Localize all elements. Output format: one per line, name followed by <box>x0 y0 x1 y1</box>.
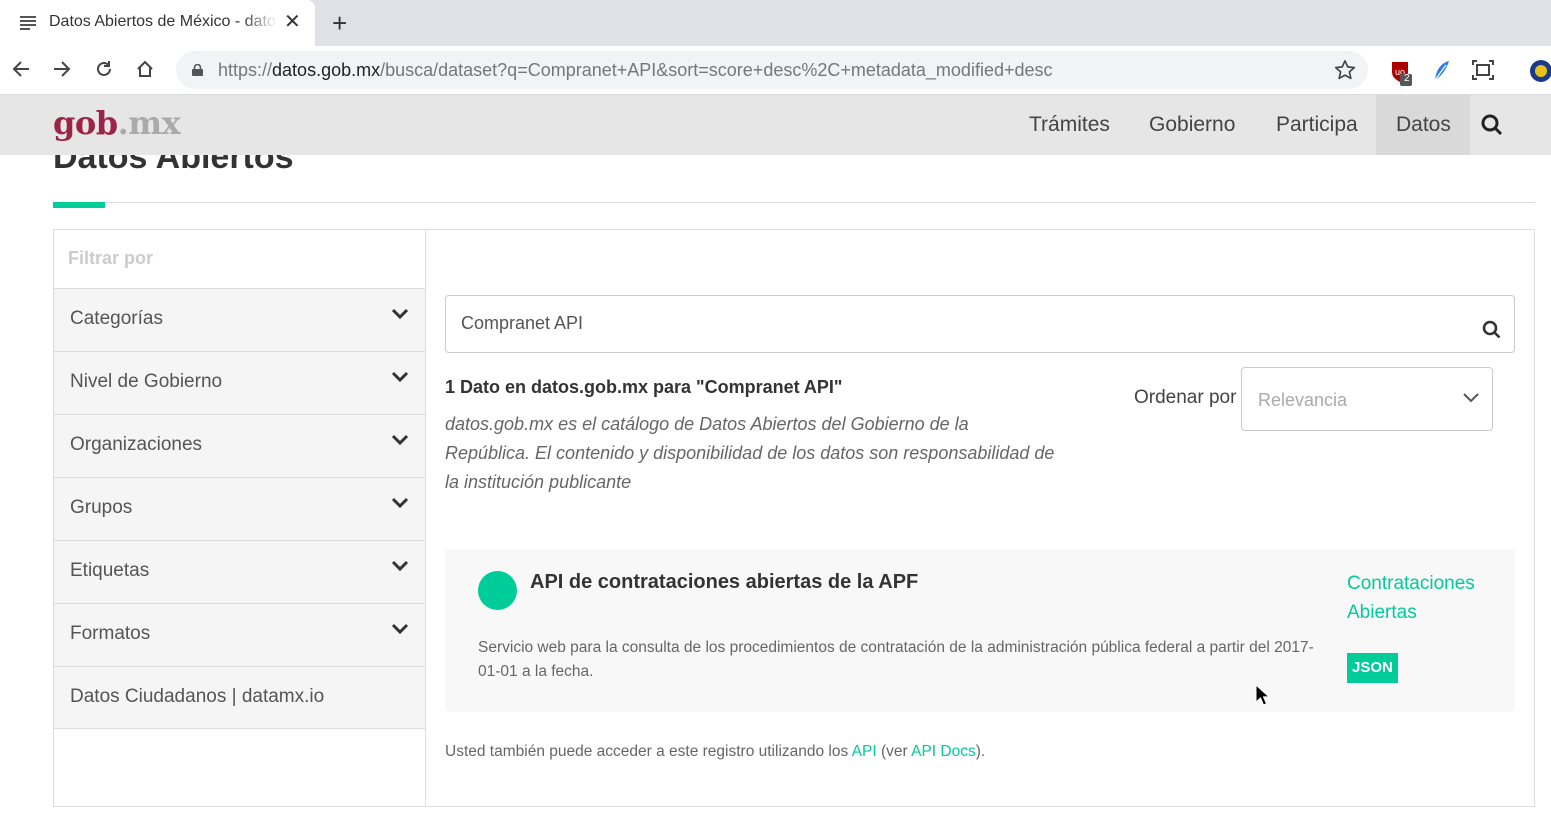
browser-toolbar: https://datos.gob.mx/busca/dataset?q=Com… <box>0 46 1551 95</box>
format-badge[interactable]: JSON <box>1347 653 1398 683</box>
mouse-cursor-icon <box>1255 684 1269 706</box>
screenshot-extension-icon[interactable] <box>1471 59 1495 86</box>
tab-title: Datos Abiertos de México - datos.gob.mx <box>49 13 277 30</box>
facet-nivel-de-gobierno[interactable]: Nivel de Gobierno <box>54 352 425 415</box>
dataset-status-dot <box>478 571 517 610</box>
new-tab-button[interactable]: + <box>332 9 347 37</box>
extension-badge: 2 <box>1404 73 1410 84</box>
chevron-down-icon <box>1463 393 1479 403</box>
dataset-organization-link[interactable]: Contrataciones Abiertas <box>1347 569 1497 627</box>
nav-participa[interactable]: Participa <box>1256 95 1378 155</box>
bookmark-star-icon[interactable] <box>1334 59 1356 81</box>
datos-ciudadanos-link[interactable]: Datos Ciudadanos | datamx.io <box>54 667 425 729</box>
chevron-down-icon <box>391 371 409 383</box>
search-value: Compranet API <box>461 313 584 333</box>
nav-datos[interactable]: Datos <box>1376 95 1470 155</box>
facet-label: Nivel de Gobierno <box>70 371 223 392</box>
main-panel: Filtrar por Categorías Nivel de Gobierno… <box>53 229 1535 807</box>
api-access-note: Usted también puede acceder a este regis… <box>445 743 986 760</box>
nav-tramites[interactable]: Trámites <box>1009 95 1130 155</box>
chevron-down-icon <box>391 560 409 572</box>
browser-tabstrip: Datos Abiertos de México - datos.gob.mx … <box>0 0 1551 46</box>
dataset-description: Servicio web para la consulta de los pro… <box>478 639 1314 680</box>
gob-mx-logo[interactable]: gob.mx <box>53 104 181 142</box>
close-icon[interactable]: ✕ <box>284 11 301 33</box>
filter-sidebar: Filtrar por Categorías Nivel de Gobierno… <box>54 230 426 806</box>
facet-label: Formatos <box>70 623 151 644</box>
reload-icon <box>97 61 111 76</box>
facet-label: Organizaciones <box>70 434 203 455</box>
facet-categorias[interactable]: Categorías <box>54 289 425 352</box>
facet-label: Categorías <box>70 308 163 329</box>
nav-gobierno[interactable]: Gobierno <box>1129 95 1255 155</box>
chevron-down-icon <box>391 497 409 509</box>
lock-icon <box>192 64 203 76</box>
facet-formatos[interactable]: Formatos <box>54 604 425 667</box>
dataset-title[interactable]: API de contrataciones abiertas de la APF <box>530 571 918 594</box>
address-bar[interactable]: https://datos.gob.mx/busca/dataset?q=Com… <box>176 51 1368 89</box>
back-arrow-icon <box>12 61 29 77</box>
chevron-down-icon <box>391 434 409 446</box>
chevron-down-icon <box>391 623 409 635</box>
forward-arrow-icon <box>54 61 71 77</box>
result-count: 1 Dato en datos.gob.mx para "Compranet A… <box>445 377 843 397</box>
sort-label: Ordenar por <box>1134 387 1237 408</box>
title-accent-bar <box>53 202 105 208</box>
page-icon <box>20 16 36 30</box>
reload-button[interactable] <box>91 56 117 82</box>
site-navbar: gob.mx Trámites Gobierno Participa Datos <box>0 95 1551 155</box>
facet-etiquetas[interactable]: Etiquetas <box>54 541 425 604</box>
ublock-extension-icon[interactable]: uo 2 <box>1389 59 1413 92</box>
api-link[interactable]: API <box>852 743 877 760</box>
api-docs-link[interactable]: API Docs <box>911 743 976 760</box>
dataset-result-card: API de contrataciones abiertas de la APF… <box>445 549 1515 712</box>
facet-label: Grupos <box>70 497 133 518</box>
facet-label: Etiquetas <box>70 560 150 581</box>
title-divider <box>53 202 1535 203</box>
forward-button[interactable] <box>49 56 75 82</box>
back-button[interactable] <box>8 56 34 82</box>
dataset-search-input[interactable]: Compranet API <box>445 295 1515 353</box>
browser-tab[interactable]: Datos Abiertos de México - datos.gob.mx … <box>0 0 315 46</box>
chevron-down-icon <box>391 308 409 320</box>
home-icon <box>137 60 153 77</box>
home-button[interactable] <box>132 56 158 82</box>
facet-organizaciones[interactable]: Organizaciones <box>54 415 425 478</box>
search-icon[interactable] <box>1480 113 1504 137</box>
profile-avatar[interactable] <box>1529 59 1551 88</box>
feather-extension-icon[interactable] <box>1432 59 1452 88</box>
catalog-disclaimer: datos.gob.mx es el catálogo de Datos Abi… <box>445 414 1055 492</box>
sort-select[interactable]: Relevancia <box>1241 367 1493 431</box>
filter-header: Filtrar por <box>54 230 425 289</box>
url-text: https://datos.gob.mx/busca/dataset?q=Com… <box>218 60 1053 80</box>
facet-label: Datos Ciudadanos | datamx.io <box>70 686 325 707</box>
sort-value: Relevancia <box>1258 390 1348 410</box>
search-icon[interactable] <box>1482 320 1502 340</box>
facet-grupos[interactable]: Grupos <box>54 478 425 541</box>
